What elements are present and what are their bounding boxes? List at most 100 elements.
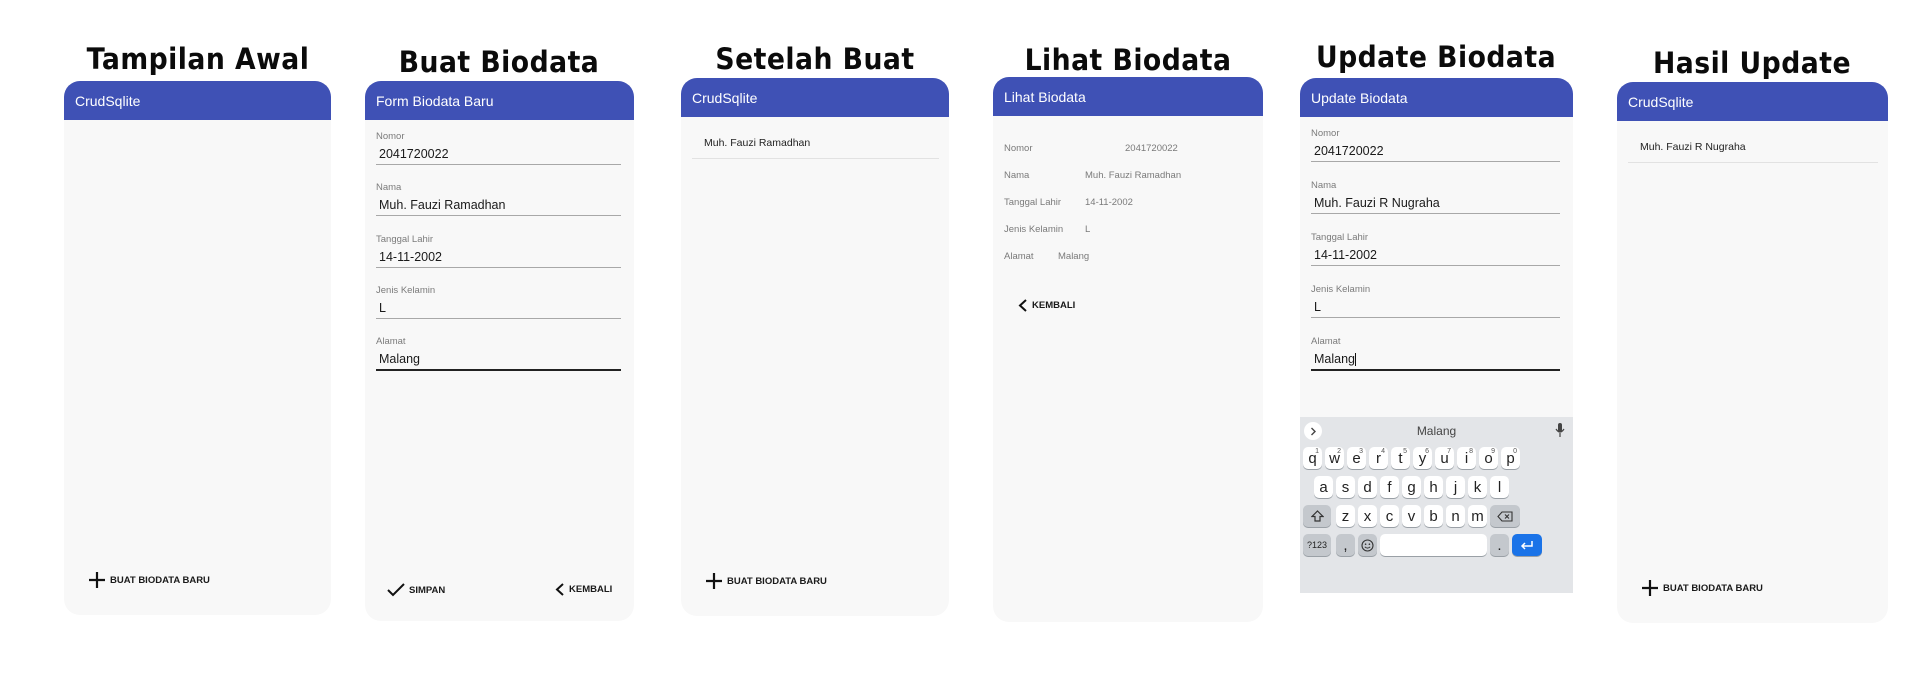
- key-x[interactable]: x: [1358, 505, 1377, 527]
- key-b[interactable]: b: [1424, 505, 1443, 527]
- field-label: Alamat: [376, 336, 406, 347]
- app-bar: CrudSqlite: [64, 81, 331, 120]
- detail-value: Malang: [1058, 251, 1090, 262]
- nama-field[interactable]: Nama Muh. Fauzi R Nugraha: [1311, 180, 1560, 214]
- app-bar: CrudSqlite: [681, 78, 949, 117]
- key-v[interactable]: v: [1402, 505, 1421, 527]
- alamat-field[interactable]: Alamat Malang: [1311, 336, 1560, 371]
- app-title: CrudSqlite: [1628, 93, 1694, 110]
- field-input[interactable]: Muh. Fauzi R Nugraha: [1311, 196, 1560, 214]
- key-l[interactable]: l: [1490, 476, 1509, 498]
- tanggal-lahir-field[interactable]: Tanggal Lahir 14-11-2002: [1311, 232, 1560, 266]
- add-biodata-label: BUAT BIODATA BARU: [110, 574, 210, 586]
- back-label: KEMBALI: [1032, 300, 1076, 311]
- key-y[interactable]: y6: [1413, 447, 1432, 469]
- tanggal-lahir-field[interactable]: Tanggal Lahir 14-11-2002: [376, 234, 621, 268]
- field-input[interactable]: Malang: [376, 352, 621, 371]
- field-input[interactable]: Malang: [1311, 352, 1560, 371]
- key-q[interactable]: q1: [1303, 447, 1322, 469]
- symbols-key[interactable]: ?123: [1303, 534, 1331, 556]
- caption-update-biodata: Update Biodata: [1315, 40, 1557, 74]
- microphone-icon[interactable]: [1555, 422, 1565, 438]
- space-key[interactable]: [1380, 534, 1487, 556]
- emoji-key[interactable]: [1358, 534, 1377, 556]
- key-g[interactable]: g: [1402, 476, 1421, 498]
- key-a[interactable]: a: [1314, 476, 1333, 498]
- suggestion-word[interactable]: Malang: [1300, 424, 1573, 438]
- key-w[interactable]: w2: [1325, 447, 1344, 469]
- key-r[interactable]: r4: [1369, 447, 1388, 469]
- app-bar: Form Biodata Baru: [365, 81, 634, 120]
- jenis-kelamin-field[interactable]: Jenis Kelamin L: [1311, 284, 1560, 318]
- jenis-kelamin-field[interactable]: Jenis Kelamin L: [376, 285, 621, 319]
- field-input[interactable]: L: [1311, 300, 1560, 318]
- list-item[interactable]: Muh. Fauzi R Nugraha: [1628, 141, 1878, 163]
- field-label: Jenis Kelamin: [376, 285, 436, 296]
- detail-label: Jenis Kelamin: [1004, 224, 1064, 235]
- key-z[interactable]: z: [1336, 505, 1355, 527]
- caption-lihat-biodata: Lihat Biodata: [1024, 43, 1232, 77]
- app-title: CrudSqlite: [75, 92, 141, 109]
- key-c[interactable]: c: [1380, 505, 1399, 527]
- comma-key[interactable]: ,: [1336, 534, 1355, 556]
- period-key[interactable]: .: [1490, 534, 1509, 556]
- back-button[interactable]: KEMBALI: [1018, 299, 1075, 312]
- plus-icon: [89, 572, 105, 588]
- key-d[interactable]: d: [1358, 476, 1377, 498]
- caption-hasil-update: Hasil Update: [1652, 46, 1852, 80]
- key-m[interactable]: m: [1468, 505, 1487, 527]
- detail-value: L: [1085, 224, 1091, 235]
- field-input[interactable]: Muh. Fauzi Ramadhan: [376, 198, 621, 216]
- field-input[interactable]: 14-11-2002: [376, 250, 621, 268]
- detail-label: Nomor: [1004, 143, 1033, 154]
- add-biodata-button[interactable]: BUAT BIODATA BARU: [1641, 579, 1763, 597]
- add-biodata-button[interactable]: BUAT BIODATA BARU: [705, 572, 827, 590]
- app-bar: CrudSqlite: [1617, 82, 1888, 121]
- detail-value: 14-11-2002: [1085, 197, 1133, 208]
- app-title: Form Biodata Baru: [376, 92, 494, 109]
- nomor-field[interactable]: Nomor 2041720022: [1311, 128, 1560, 162]
- list-item[interactable]: Muh. Fauzi Ramadhan: [692, 137, 939, 159]
- app-bar: Lihat Biodata: [993, 77, 1263, 116]
- field-input[interactable]: 2041720022: [376, 147, 621, 165]
- key-s[interactable]: s: [1336, 476, 1355, 498]
- add-biodata-button[interactable]: BUAT BIODATA BARU: [88, 571, 210, 589]
- key-k[interactable]: k: [1468, 476, 1487, 498]
- shift-icon: [1310, 510, 1324, 522]
- screen-tampilan-awal: CrudSqlite BUAT BIODATA BARU: [64, 81, 331, 615]
- app-title: Lihat Biodata: [1004, 88, 1086, 105]
- key-u[interactable]: u7: [1435, 447, 1454, 469]
- save-button[interactable]: SIMPAN: [387, 583, 445, 597]
- field-label: Nama: [1311, 180, 1337, 191]
- nama-field[interactable]: Nama Muh. Fauzi Ramadhan: [376, 182, 621, 216]
- key-p[interactable]: p0: [1501, 447, 1520, 469]
- back-button[interactable]: KEMBALI: [555, 583, 612, 596]
- key-n[interactable]: n: [1446, 505, 1465, 527]
- key-t[interactable]: t5: [1391, 447, 1410, 469]
- key-j[interactable]: j: [1446, 476, 1465, 498]
- key-i[interactable]: i8: [1457, 447, 1476, 469]
- key-h[interactable]: h: [1424, 476, 1443, 498]
- key-e[interactable]: e3: [1347, 447, 1366, 469]
- field-input[interactable]: L: [376, 301, 621, 319]
- backspace-key[interactable]: [1490, 505, 1520, 527]
- alamat-field[interactable]: Alamat Malang: [376, 336, 621, 371]
- text-cursor: [1355, 353, 1356, 367]
- field-input[interactable]: 2041720022: [1311, 144, 1560, 162]
- shift-key[interactable]: [1303, 505, 1331, 527]
- caption-setelah-buat: Setelah Buat: [715, 42, 915, 76]
- caption-tampilan-awal: Tampilan Awal: [86, 42, 310, 76]
- field-label: Tanggal Lahir: [376, 234, 434, 245]
- enter-key[interactable]: [1512, 534, 1542, 556]
- screen-update-biodata: Update Biodata Nomor 2041720022 Nama Muh…: [1300, 78, 1573, 593]
- add-biodata-label: BUAT BIODATA BARU: [727, 575, 827, 587]
- detail-value: Muh. Fauzi Ramadhan: [1085, 170, 1182, 181]
- caption-buat-biodata: Buat Biodata: [398, 45, 600, 79]
- detail-value: 2041720022: [1125, 143, 1178, 154]
- key-o[interactable]: o9: [1479, 447, 1498, 469]
- field-input[interactable]: 14-11-2002: [1311, 248, 1560, 266]
- emoji-icon: [1361, 538, 1374, 552]
- detail-label: Nama: [1004, 170, 1030, 181]
- nomor-field[interactable]: Nomor 2041720022: [376, 131, 621, 165]
- key-f[interactable]: f: [1380, 476, 1399, 498]
